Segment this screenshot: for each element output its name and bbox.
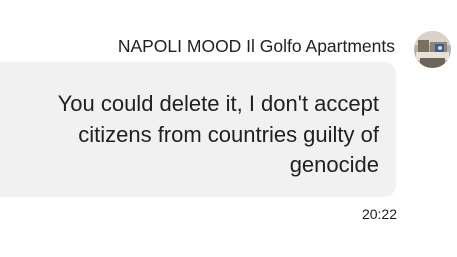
message-text: You could delete it, I don't accept citi…: [57, 91, 379, 177]
avatar-photo-icon: [414, 31, 451, 68]
sender-name: NAPOLI MOOD Il Golfo Apartments: [117, 36, 395, 56]
message-timestamp: 20:22: [361, 206, 397, 222]
message-bubble[interactable]: You could delete it, I don't accept citi…: [0, 62, 396, 197]
sender-avatar[interactable]: [414, 31, 451, 68]
